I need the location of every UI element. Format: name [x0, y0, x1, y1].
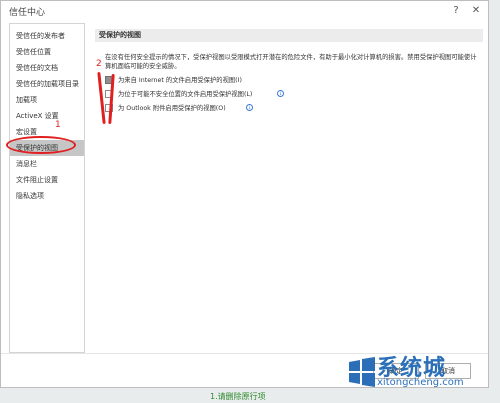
background-text: 1.请删除原行项 — [210, 392, 266, 401]
option-label: 为 Outlook 附件启用受保护的视图(O) — [118, 105, 226, 112]
sidebar-item-trusted-locations[interactable]: 受信任位置 — [10, 44, 84, 60]
annotation-step-1: 1 — [55, 120, 61, 130]
main-panel: 受保护的视图 在没有任何安全提示的情况下，受保护视图以受限模式打开潜在的危险文件… — [95, 29, 487, 349]
help-button[interactable]: ? — [447, 2, 465, 20]
sidebar-item-activex-settings[interactable]: ActiveX 设置 — [10, 108, 84, 124]
watermark-url: xitongcheng.com — [377, 377, 464, 388]
sidebar-nav: 受信任的发布者 受信任位置 受信任的文档 受信任的加载项目录 加载项 Activ… — [9, 23, 85, 353]
info-icon[interactable]: i — [246, 104, 253, 111]
section-title: 受保护的视图 — [95, 29, 483, 42]
sidebar-item-trusted-documents[interactable]: 受信任的文档 — [10, 60, 84, 76]
info-icon[interactable]: i — [277, 90, 284, 97]
description-text: 在没有任何安全提示的情况下，受保护视图以受限模式打开潜在的危险文件，有助于最小化… — [105, 54, 477, 70]
sidebar-item-privacy-options[interactable]: 隐私选项 — [10, 188, 84, 204]
sidebar-item-trusted-publishers[interactable]: 受信任的发布者 — [10, 28, 84, 44]
option-label: 为来自 Internet 的文件启用受保护的视图(I) — [118, 77, 242, 84]
window-title: 信任中心 — [9, 8, 46, 18]
option-internet-files[interactable]: 为来自 Internet 的文件启用受保护的视图(I) — [105, 76, 435, 86]
title-bar: 信任中心 ? ✕ — [1, 1, 488, 21]
trust-center-dialog: 信任中心 ? ✕ 受信任的发布者 受信任位置 受信任的文档 受信任的加载项目录 … — [0, 0, 489, 388]
sidebar-item-addins[interactable]: 加载项 — [10, 92, 84, 108]
watermark: 系统城 xitongcheng.com — [347, 350, 497, 400]
sidebar-item-message-bar[interactable]: 消息栏 — [10, 156, 84, 172]
windows-logo-icon — [349, 357, 375, 387]
sidebar-item-trusted-addin-catalogs[interactable]: 受信任的加载项目录 — [10, 76, 84, 92]
option-label: 为位于可能不安全位置的文件启用受保护视图(L) — [118, 91, 253, 98]
annotation-step-2: 2 — [96, 59, 102, 69]
option-unsafe-locations[interactable]: 为位于可能不安全位置的文件启用受保护视图(L) i — [105, 90, 435, 100]
close-button[interactable]: ✕ — [467, 2, 485, 20]
sidebar-item-file-block-settings[interactable]: 文件阻止设置 — [10, 172, 84, 188]
option-outlook-attachments[interactable]: 为 Outlook 附件启用受保护的视图(O) i — [105, 104, 435, 114]
annotation-circle — [6, 136, 76, 154]
